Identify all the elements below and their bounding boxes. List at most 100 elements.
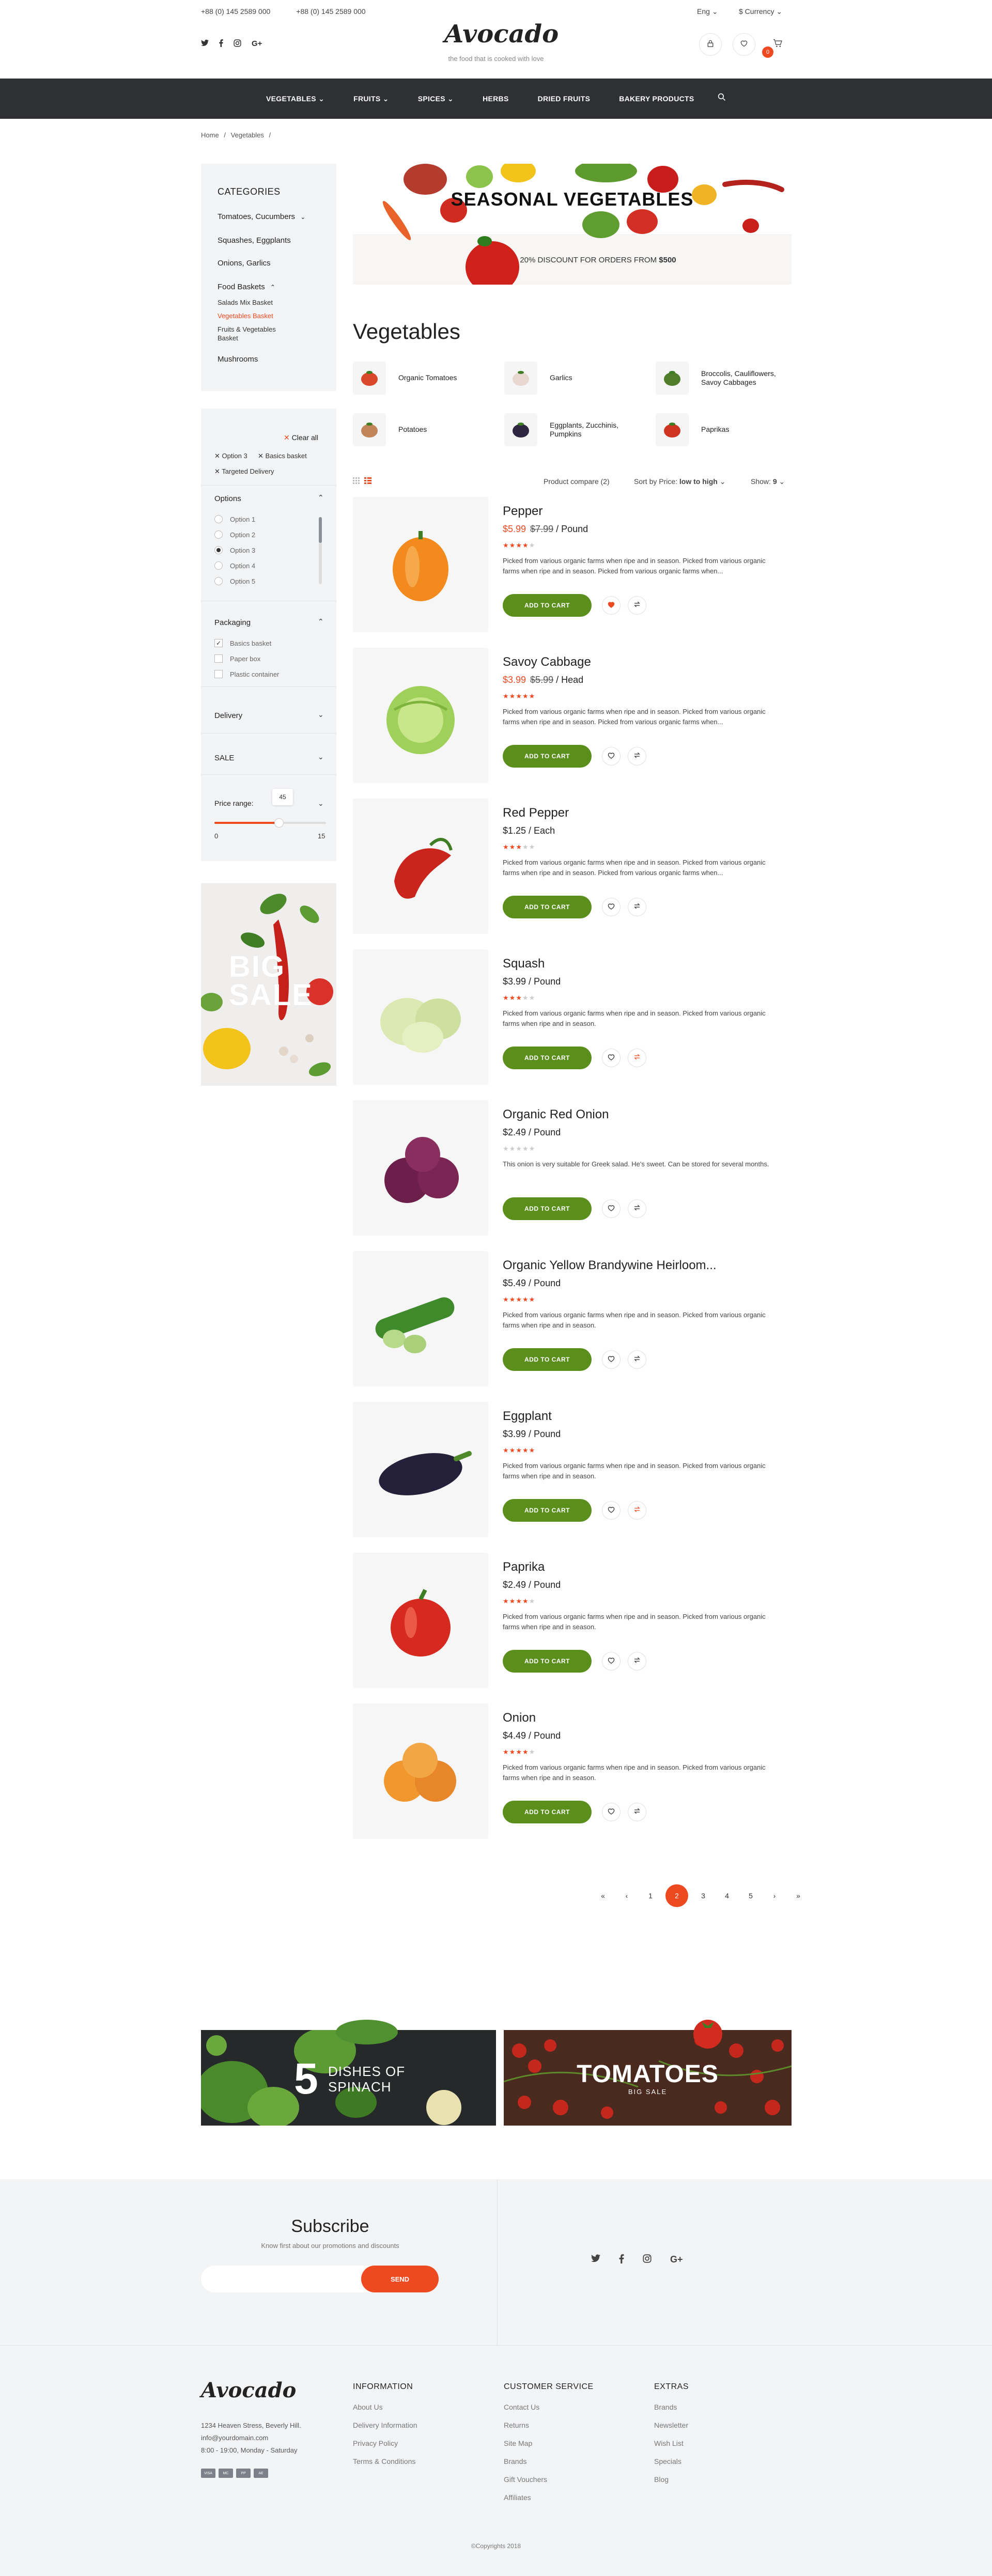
sort-select[interactable]: Sort by Price: low to high ⌄ bbox=[634, 477, 725, 486]
product-compare-link[interactable]: Product compare (2) bbox=[544, 477, 610, 486]
compare-button[interactable] bbox=[628, 1803, 646, 1821]
nav-item-dried-fruits[interactable]: DRIED FRUITS bbox=[538, 95, 591, 103]
product-image[interactable] bbox=[353, 1100, 488, 1236]
category-card[interactable]: Broccolis, Cauliflowers, Savoy Cabbages bbox=[656, 362, 779, 395]
page-link[interactable]: ‹ bbox=[618, 1887, 636, 1904]
category-card[interactable]: Garlics bbox=[504, 362, 627, 395]
option-radio[interactable] bbox=[214, 546, 223, 554]
product-name[interactable]: Red Pepper bbox=[503, 806, 569, 820]
google-plus-icon[interactable]: G+ bbox=[252, 39, 262, 49]
subcategory-fruits-vegetables[interactable]: Fruits & Vegetables bbox=[218, 325, 276, 333]
search-icon[interactable] bbox=[718, 93, 726, 104]
subcategory-vegetables-basket[interactable]: Vegetables Basket bbox=[218, 312, 273, 320]
packaging-label[interactable]: Paper box bbox=[230, 655, 260, 663]
add-to-cart-button[interactable]: ADD TO CART bbox=[503, 1348, 592, 1371]
subcategory-salads-mix[interactable]: Salads Mix Basket bbox=[218, 299, 273, 306]
packaging-checkbox[interactable]: ✓ bbox=[214, 639, 223, 647]
wishlist-button[interactable] bbox=[602, 1803, 621, 1821]
add-to-cart-button[interactable]: ADD TO CART bbox=[503, 896, 592, 918]
footer-link[interactable]: Site Map bbox=[504, 2439, 532, 2447]
footer-link[interactable]: Wish List bbox=[654, 2439, 684, 2447]
packaging-filter-title[interactable]: Packaging bbox=[214, 618, 251, 627]
footer-link[interactable]: Specials bbox=[654, 2457, 681, 2465]
page-link[interactable]: 3 bbox=[694, 1887, 712, 1904]
packaging-checkbox[interactable] bbox=[214, 654, 223, 663]
page-link[interactable]: 5 bbox=[742, 1887, 760, 1904]
product-name[interactable]: Eggplant bbox=[503, 1409, 552, 1424]
subcategory-basket-line[interactable]: Basket bbox=[218, 334, 238, 342]
price-slider-handle[interactable] bbox=[274, 818, 284, 828]
product-name[interactable]: Organic Yellow Brandywine Heirloom... bbox=[503, 1258, 717, 1273]
currency-select[interactable]: $ Currency ⌄ bbox=[739, 7, 782, 16]
list-view-icon[interactable] bbox=[364, 477, 371, 486]
option-label[interactable]: Option 4 bbox=[230, 562, 255, 570]
category-mushrooms[interactable]: Mushrooms bbox=[218, 355, 258, 364]
chevron-up-icon[interactable]: ⌃ bbox=[318, 617, 324, 626]
chevron-up-icon[interactable]: ⌃ bbox=[318, 493, 324, 502]
nav-item-herbs[interactable]: HERBS bbox=[483, 95, 509, 103]
wishlist-button[interactable] bbox=[602, 1652, 621, 1671]
subscribe-send-button[interactable]: SEND bbox=[361, 2266, 439, 2292]
product-name[interactable]: Paprika bbox=[503, 1560, 545, 1574]
chevron-down-icon[interactable]: ⌄ bbox=[318, 710, 324, 719]
chevron-down-icon[interactable]: ⌄ bbox=[318, 799, 324, 808]
option-radio[interactable] bbox=[214, 515, 223, 523]
wishlist-button[interactable] bbox=[602, 747, 621, 766]
product-image[interactable] bbox=[353, 1704, 488, 1839]
add-to-cart-button[interactable]: ADD TO CART bbox=[503, 594, 592, 617]
option-label[interactable]: Option 5 bbox=[230, 577, 255, 585]
wishlist-button[interactable] bbox=[602, 898, 621, 916]
product-name[interactable]: Onion bbox=[503, 1711, 536, 1725]
account-button[interactable] bbox=[699, 33, 722, 56]
category-onions-garlics[interactable]: Onions, Garlics bbox=[218, 259, 271, 268]
page-link[interactable]: 4 bbox=[718, 1887, 736, 1904]
footer-logo[interactable]: Avocado bbox=[201, 2378, 296, 2402]
footer-link[interactable]: Terms & Conditions bbox=[353, 2457, 415, 2465]
product-image[interactable] bbox=[353, 648, 488, 783]
compare-button[interactable] bbox=[628, 1652, 646, 1671]
active-filter-chip[interactable]: ✕ Targeted Delivery bbox=[214, 467, 274, 476]
packaging-label[interactable]: Plastic container bbox=[230, 670, 279, 678]
tomatoes-promo[interactable]: TOMATOES BIG SALE bbox=[504, 2030, 792, 2126]
page-link[interactable]: 1 bbox=[642, 1887, 659, 1904]
phone-2[interactable]: +88 (0) 145 2589 000 bbox=[296, 7, 365, 15]
active-filter-chip[interactable]: ✕ Option 3 bbox=[214, 452, 247, 460]
site-logo[interactable]: Avocado bbox=[444, 20, 559, 49]
footer-link[interactable]: Newsletter bbox=[654, 2421, 688, 2429]
option-radio[interactable] bbox=[214, 530, 223, 539]
clear-all-button[interactable]: ✕ Clear all bbox=[284, 433, 318, 442]
options-scrollbar[interactable] bbox=[319, 517, 322, 584]
category-squashes-eggplants[interactable]: Squashes, Eggplants bbox=[218, 236, 291, 245]
product-image[interactable] bbox=[353, 799, 488, 934]
compare-button[interactable] bbox=[628, 1501, 646, 1520]
phone-1[interactable]: +88 (0) 145 2589 000 bbox=[201, 7, 270, 15]
footer-link[interactable]: Privacy Policy bbox=[353, 2439, 398, 2447]
category-tomatoes-cucumbers[interactable]: Tomatoes, Cucumbers ⌄ bbox=[218, 212, 305, 221]
category-card[interactable]: Organic Tomatoes bbox=[353, 362, 476, 395]
wishlist-button[interactable] bbox=[602, 1501, 621, 1520]
packaging-label[interactable]: Basics basket bbox=[230, 639, 271, 647]
breadcrumb-home[interactable]: Home bbox=[201, 131, 219, 139]
product-name[interactable]: Savoy Cabbage bbox=[503, 655, 591, 669]
scrollbar-thumb[interactable] bbox=[319, 517, 322, 543]
instagram-icon[interactable] bbox=[234, 39, 241, 49]
wishlist-button[interactable] bbox=[602, 1199, 621, 1218]
compare-button[interactable] bbox=[628, 898, 646, 916]
option-label[interactable]: Option 1 bbox=[230, 516, 255, 523]
language-select[interactable]: Eng ⌄ bbox=[697, 7, 718, 16]
wishlist-button[interactable] bbox=[733, 33, 755, 56]
option-label[interactable]: Option 3 bbox=[230, 547, 255, 554]
breadcrumb-current[interactable]: Vegetables bbox=[231, 131, 264, 139]
wishlist-button[interactable] bbox=[602, 1350, 621, 1369]
grid-view-icon[interactable] bbox=[353, 477, 360, 486]
footer-link[interactable]: Contact Us bbox=[504, 2403, 539, 2411]
page-current[interactable]: 2 bbox=[665, 1884, 688, 1907]
product-image[interactable] bbox=[353, 949, 488, 1085]
add-to-cart-button[interactable]: ADD TO CART bbox=[503, 1047, 592, 1069]
page-link[interactable]: › bbox=[766, 1887, 783, 1904]
big-sale-banner[interactable]: BIG SALE bbox=[201, 883, 336, 1086]
footer-link[interactable]: Affiliates bbox=[504, 2493, 531, 2502]
nav-item-fruits[interactable]: FRUITS ⌄ bbox=[353, 95, 389, 103]
compare-button[interactable] bbox=[628, 1199, 646, 1218]
options-filter-title[interactable]: Options bbox=[214, 494, 241, 503]
